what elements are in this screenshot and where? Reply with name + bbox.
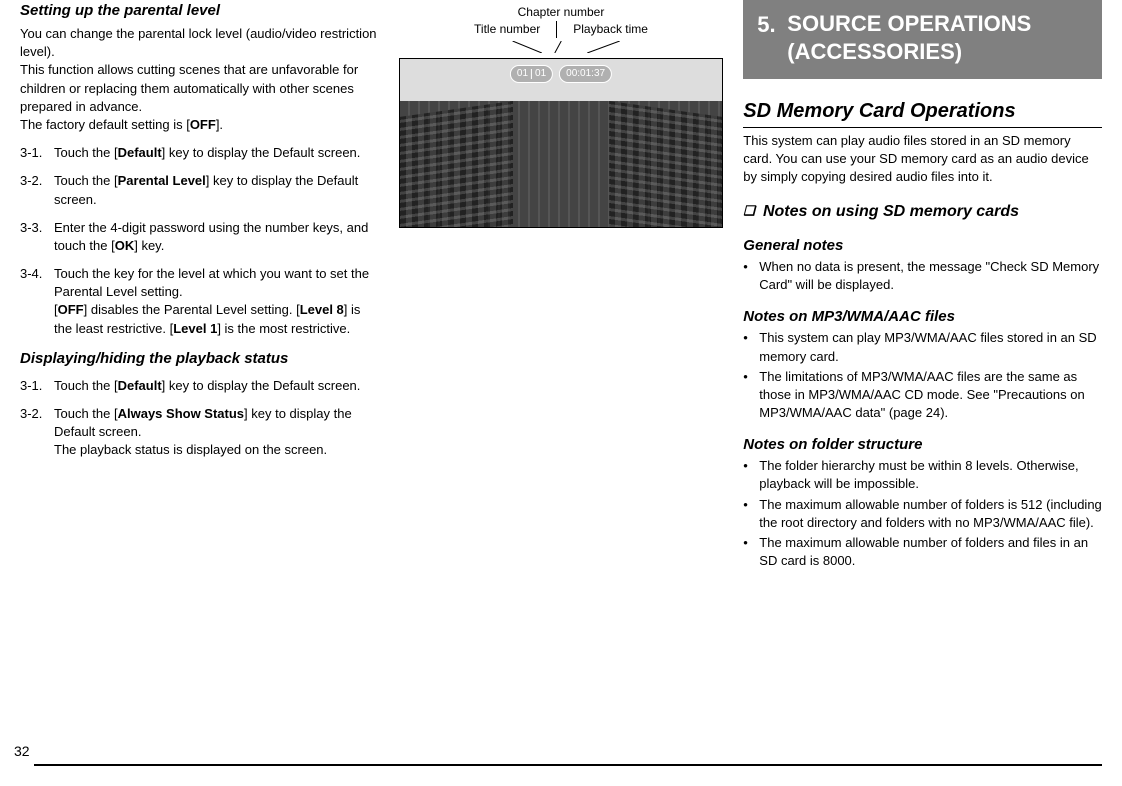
step-body: Touch the [Always Show Status] key to di… (54, 405, 379, 460)
divider (743, 127, 1102, 128)
bullet-item: • The limitations of MP3/WMA/AAC files a… (743, 368, 1102, 423)
overlay-time-value: 00:01:37 (566, 67, 605, 81)
text-fragment: Touch the key for the level at which you… (54, 266, 369, 299)
column-right: 5. SOURCE OPERATIONS (ACCESSORIES) SD Me… (743, 0, 1102, 786)
bold-fragment: Always Show Status (118, 406, 244, 421)
heading-display-status: Displaying/hiding the playback status (20, 348, 379, 369)
bold-fragment: Default (118, 378, 162, 393)
bullet-item: • The maximum allowable number of folder… (743, 496, 1102, 532)
bullet-item: • This system can play MP3/WMA/AAC files… (743, 329, 1102, 365)
heading-sd-operations: SD Memory Card Operations (743, 97, 1102, 125)
text-fragment: Touch the [ (54, 406, 118, 421)
step-number: 3-4. (20, 265, 54, 338)
overlay-chapter-value: 01 (535, 67, 546, 81)
step-3-1: 3-1. Touch the [Default] key to display … (20, 144, 379, 162)
text-fragment: ] disables the Parental Level setting. [ (84, 302, 300, 317)
bold-fragment: OK (115, 238, 135, 253)
page-root: Setting up the parental level You can ch… (0, 0, 1122, 786)
bullet-item: • The maximum allowable number of folder… (743, 534, 1102, 570)
text-fragment: ] key to display the Default screen. (162, 145, 361, 160)
section-number: 5. (757, 10, 787, 65)
heading-mp3-notes: Notes on MP3/WMA/AAC files (743, 306, 1102, 327)
playback-overlay: 01 01 00:01:37 (510, 65, 612, 83)
text-fragment: ] is the most restrictive. (217, 321, 350, 336)
text-fragment: Enter the 4-digit password using the num… (54, 220, 368, 253)
bottom-rule (34, 764, 1102, 766)
parental-para2a: This function allows cutting scenes that… (20, 62, 358, 113)
text-fragment: Touch the [ (54, 378, 118, 393)
bullet-icon: • (743, 368, 759, 423)
column-middle: Chapter number Title number Playback tim… (399, 0, 724, 786)
page-number: 32 (14, 742, 30, 762)
text-fragment: Touch the [ (54, 173, 118, 188)
overlay-title-value: 01 (517, 67, 528, 81)
parental-intro: You can change the parental lock level (… (20, 25, 379, 134)
overlay-title-chapter: 01 01 (510, 65, 553, 83)
heading-parental-level: Setting up the parental level (20, 0, 379, 21)
bullet-icon: • (743, 258, 759, 294)
bullet-icon: • (743, 496, 759, 532)
step2-3-1: 3-1. Touch the [Default] key to display … (20, 377, 379, 395)
step-body: Touch the [Default] key to display the D… (54, 377, 379, 395)
bold-fragment: Parental Level (118, 173, 206, 188)
bullet-icon: • (743, 329, 759, 365)
text-fragment: ] key. (134, 238, 164, 253)
section-banner: 5. SOURCE OPERATIONS (ACCESSORIES) (743, 0, 1102, 79)
step-body: Touch the [Parental Level] key to displa… (54, 172, 379, 208)
dvd-screenshot: 01 01 00:01:37 (399, 58, 724, 228)
screenshot-area: Chapter number Title number Playback tim… (399, 4, 724, 228)
bullet-item: • The folder hierarchy must be within 8 … (743, 457, 1102, 493)
bullet-item: • When no data is present, the message "… (743, 258, 1102, 294)
step-number: 3-2. (20, 172, 54, 208)
heading-folder-notes: Notes on folder structure (743, 434, 1102, 455)
step-3-3: 3-3. Enter the 4-digit password using th… (20, 219, 379, 255)
step-body: Enter the 4-digit password using the num… (54, 219, 379, 255)
step-number: 3-1. (20, 377, 54, 395)
bold-fragment: Level 8 (300, 302, 344, 317)
bold-fragment: Default (118, 145, 162, 160)
overlay-time: 00:01:37 (559, 65, 612, 83)
text-fragment: The factory default setting is [ (20, 117, 190, 132)
text-fragment: ]. (216, 117, 223, 132)
subhead-text: Notes on using SD memory cards (763, 203, 1019, 220)
bold-fragment: Level 1 (173, 321, 217, 336)
heading-notes-sd: ❏ Notes on using SD memory cards (743, 201, 1102, 223)
bullet-icon: • (743, 534, 759, 570)
bullet-text: The limitations of MP3/WMA/AAC files are… (759, 368, 1102, 423)
text-fragment: Touch the [ (54, 145, 118, 160)
parental-para2b: The factory default setting is [OFF]. (20, 117, 223, 132)
bold-fragment: OFF (190, 117, 216, 132)
label-playback-time: Playback time (573, 21, 648, 38)
step-body: Touch the [Default] key to display the D… (54, 144, 379, 162)
bullet-text: The maximum allowable number of folders … (759, 534, 1102, 570)
text-fragment: The playback status is displayed on the … (54, 442, 327, 457)
step2-3-2: 3-2. Touch the [Always Show Status] key … (20, 405, 379, 460)
column-left: Setting up the parental level You can ch… (20, 0, 379, 786)
heading-general-notes: General notes (743, 235, 1102, 256)
step-3-2: 3-2. Touch the [Parental Level] key to d… (20, 172, 379, 208)
step-number: 3-2. (20, 405, 54, 460)
label-title-number: Title number (474, 21, 540, 38)
bullet-icon: • (743, 457, 759, 493)
parental-para1: You can change the parental lock level (… (20, 26, 377, 59)
bold-fragment: OFF (58, 302, 84, 317)
text-fragment: ] key to display the Default screen. (162, 378, 361, 393)
step-number: 3-3. (20, 219, 54, 255)
step-number: 3-1. (20, 144, 54, 162)
step-3-4: 3-4. Touch the key for the level at whic… (20, 265, 379, 338)
bullet-text: The maximum allowable number of folders … (759, 496, 1102, 532)
square-icon: ❏ (743, 202, 755, 220)
bullet-text: When no data is present, the message "Ch… (759, 258, 1102, 294)
sd-intro-para: This system can play audio files stored … (743, 132, 1102, 187)
section-title: SOURCE OPERATIONS (ACCESSORIES) (787, 10, 1090, 65)
bullet-text: The folder hierarchy must be within 8 le… (759, 457, 1102, 493)
label-chapter-number: Chapter number (399, 4, 724, 21)
bullet-text: This system can play MP3/WMA/AAC files s… (759, 329, 1102, 365)
label-connector-lines (399, 41, 724, 53)
step-body: Touch the key for the level at which you… (54, 265, 379, 338)
